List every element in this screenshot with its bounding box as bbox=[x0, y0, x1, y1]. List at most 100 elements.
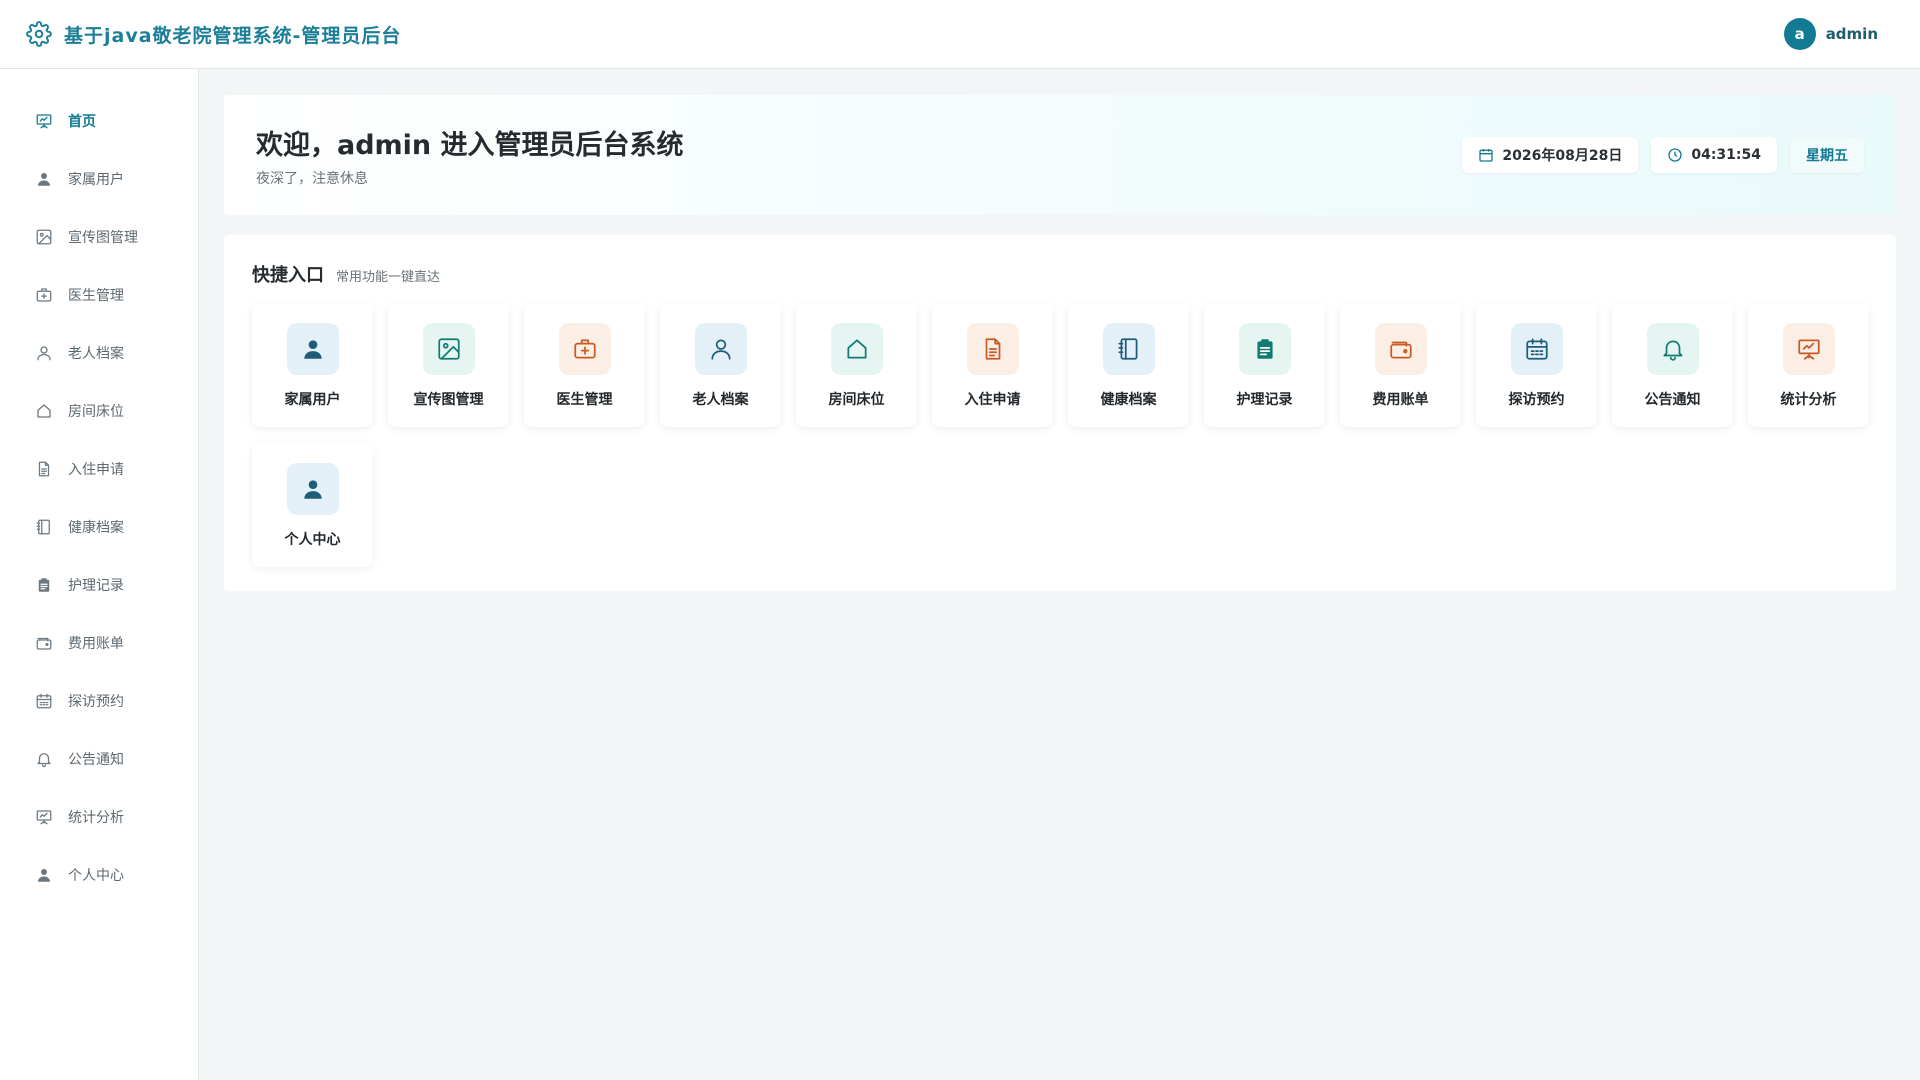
person-outline-icon bbox=[694, 323, 747, 375]
sidebar-item-3[interactable]: 宣传图管理 bbox=[0, 208, 198, 266]
sidebar-item-8[interactable]: 健康档案 bbox=[0, 498, 198, 556]
welcome-subtitle: 夜深了，注意休息 bbox=[256, 171, 368, 187]
user-menu[interactable]: a admin bbox=[1783, 18, 1894, 50]
username[interactable]: admin bbox=[1826, 25, 1878, 43]
quick-entry-panel: 快捷入口 常用功能一键直达 家属用户 宣传图管理 医生管理 老人档案 房间床位 入住申请 健… bbox=[224, 235, 1896, 591]
quick-entry-card[interactable]: 入住申请 bbox=[932, 303, 1053, 427]
person-outline-icon bbox=[34, 343, 54, 363]
bell-icon bbox=[34, 749, 54, 769]
sidebar-item-label: 家属用户 bbox=[68, 172, 124, 188]
image-icon bbox=[34, 227, 54, 247]
sidebar-item-label: 探访预约 bbox=[68, 694, 124, 710]
top-header: 基于java敬老院管理系统-管理员后台 a admin bbox=[0, 0, 1920, 69]
time-pill: 04:31:54 bbox=[1651, 137, 1777, 173]
weekday-pill: 星期五 bbox=[1790, 137, 1864, 173]
clipboard-icon bbox=[1238, 323, 1291, 375]
quick-entry-subtitle: 常用功能一键直达 bbox=[336, 270, 441, 285]
house-icon bbox=[830, 323, 883, 375]
sidebar-item-label: 健康档案 bbox=[68, 520, 124, 536]
quick-entry-card[interactable]: 宣传图管理 bbox=[388, 303, 509, 427]
sidebar-item-13[interactable]: 统计分析 bbox=[0, 788, 198, 846]
sidebar-item-label: 公告通知 bbox=[68, 752, 124, 768]
quick-entry-title: 快捷入口 bbox=[252, 265, 324, 286]
quick-entry-card[interactable]: 公告通知 bbox=[1612, 303, 1733, 427]
quick-entry-card[interactable]: 护理记录 bbox=[1204, 303, 1325, 427]
clock-icon bbox=[1667, 147, 1683, 163]
notebook-icon bbox=[34, 517, 54, 537]
quick-entry-card[interactable]: 探访预约 bbox=[1476, 303, 1597, 427]
document-icon bbox=[966, 323, 1019, 375]
sidebar-item-7[interactable]: 入住申请 bbox=[0, 440, 198, 498]
wallet-icon bbox=[1374, 323, 1427, 375]
welcome-banner: 欢迎，admin 进入管理员后台系统 夜深了，注意休息 2026年08月28日 … bbox=[224, 95, 1896, 215]
wallet-icon bbox=[34, 633, 54, 653]
sidebar-item-12[interactable]: 公告通知 bbox=[0, 730, 198, 788]
sidebar-item-5[interactable]: 老人档案 bbox=[0, 324, 198, 382]
datetime-pills: 2026年08月28日 04:31:54 星期五 bbox=[1462, 137, 1864, 173]
presentation-icon bbox=[34, 807, 54, 827]
sidebar-item-label: 医生管理 bbox=[68, 288, 124, 304]
notebook-icon bbox=[1102, 323, 1155, 375]
calendar-icon bbox=[1478, 147, 1494, 163]
image-icon bbox=[422, 323, 475, 375]
quick-entry-label: 宣传图管理 bbox=[413, 392, 484, 408]
quick-entry-label: 老人档案 bbox=[692, 392, 749, 408]
quick-entry-card[interactable]: 家属用户 bbox=[252, 303, 373, 427]
quick-entry-card[interactable]: 统计分析 bbox=[1748, 303, 1869, 427]
calendar-icon bbox=[1510, 323, 1563, 375]
sidebar-item-9[interactable]: 护理记录 bbox=[0, 556, 198, 614]
sidebar-item-label: 宣传图管理 bbox=[68, 230, 138, 246]
sidebar-item-10[interactable]: 费用账单 bbox=[0, 614, 198, 672]
welcome-title: 欢迎，admin 进入管理员后台系统 bbox=[256, 130, 684, 161]
quick-entry-label: 个人中心 bbox=[284, 532, 341, 548]
avatar[interactable]: a bbox=[1783, 18, 1816, 50]
app-title: 基于java敬老院管理系统-管理员后台 bbox=[64, 24, 402, 47]
calendar-icon bbox=[34, 691, 54, 711]
gear-icon[interactable] bbox=[26, 21, 52, 47]
clipboard-icon bbox=[34, 575, 54, 595]
sidebar-item-label: 费用账单 bbox=[68, 636, 124, 652]
quick-entry-grid: 家属用户 宣传图管理 医生管理 老人档案 房间床位 入住申请 健康档案 护理记录 费用账单 探访预… bbox=[252, 303, 1872, 567]
quick-entry-card[interactable]: 房间床位 bbox=[796, 303, 917, 427]
sidebar-item-6[interactable]: 房间床位 bbox=[0, 382, 198, 440]
quick-entry-label: 入住申请 bbox=[964, 392, 1021, 408]
time-text: 04:31:54 bbox=[1691, 147, 1761, 163]
quick-entry-label: 费用账单 bbox=[1372, 392, 1429, 408]
bell-icon bbox=[1646, 323, 1699, 375]
quick-entry-label: 健康档案 bbox=[1100, 392, 1157, 408]
presentation-icon bbox=[1782, 323, 1835, 375]
medical-kit-icon bbox=[34, 285, 54, 305]
sidebar-item-label: 个人中心 bbox=[68, 868, 124, 884]
presentation-icon bbox=[34, 111, 54, 131]
quick-entry-card[interactable]: 个人中心 bbox=[252, 443, 373, 567]
quick-entry-label: 护理记录 bbox=[1236, 392, 1293, 408]
house-icon bbox=[34, 401, 54, 421]
sidebar-item-label: 护理记录 bbox=[68, 578, 124, 594]
sidebar-item-2[interactable]: 家属用户 bbox=[0, 150, 198, 208]
sidebar-item-1[interactable]: 首页 bbox=[0, 92, 198, 150]
person-icon bbox=[286, 463, 339, 515]
date-text: 2026年08月28日 bbox=[1502, 148, 1623, 164]
sidebar-item-11[interactable]: 探访预约 bbox=[0, 672, 198, 730]
person-icon bbox=[34, 169, 54, 189]
sidebar-item-label: 入住申请 bbox=[68, 462, 124, 478]
quick-entry-header: 快捷入口 常用功能一键直达 bbox=[252, 261, 440, 287]
sidebar-item-label: 老人档案 bbox=[68, 346, 124, 362]
quick-entry-card[interactable]: 健康档案 bbox=[1068, 303, 1189, 427]
quick-entry-label: 房间床位 bbox=[828, 392, 885, 408]
sidebar-item-label: 房间床位 bbox=[68, 404, 124, 420]
quick-entry-label: 探访预约 bbox=[1508, 392, 1565, 408]
quick-entry-label: 公告通知 bbox=[1644, 392, 1701, 408]
quick-entry-label: 统计分析 bbox=[1780, 392, 1837, 408]
sidebar-item-label: 统计分析 bbox=[68, 810, 124, 826]
quick-entry-label: 医生管理 bbox=[556, 392, 613, 408]
weekday-text: 星期五 bbox=[1806, 148, 1848, 164]
sidebar-item-4[interactable]: 医生管理 bbox=[0, 266, 198, 324]
quick-entry-card[interactable]: 医生管理 bbox=[524, 303, 645, 427]
sidebar-nav: 首页家属用户宣传图管理医生管理老人档案房间床位入住申请健康档案护理记录费用账单探… bbox=[0, 69, 199, 1080]
date-pill: 2026年08月28日 bbox=[1462, 137, 1639, 173]
document-icon bbox=[34, 459, 54, 479]
quick-entry-card[interactable]: 费用账单 bbox=[1340, 303, 1461, 427]
quick-entry-card[interactable]: 老人档案 bbox=[660, 303, 781, 427]
sidebar-item-14[interactable]: 个人中心 bbox=[0, 846, 198, 904]
